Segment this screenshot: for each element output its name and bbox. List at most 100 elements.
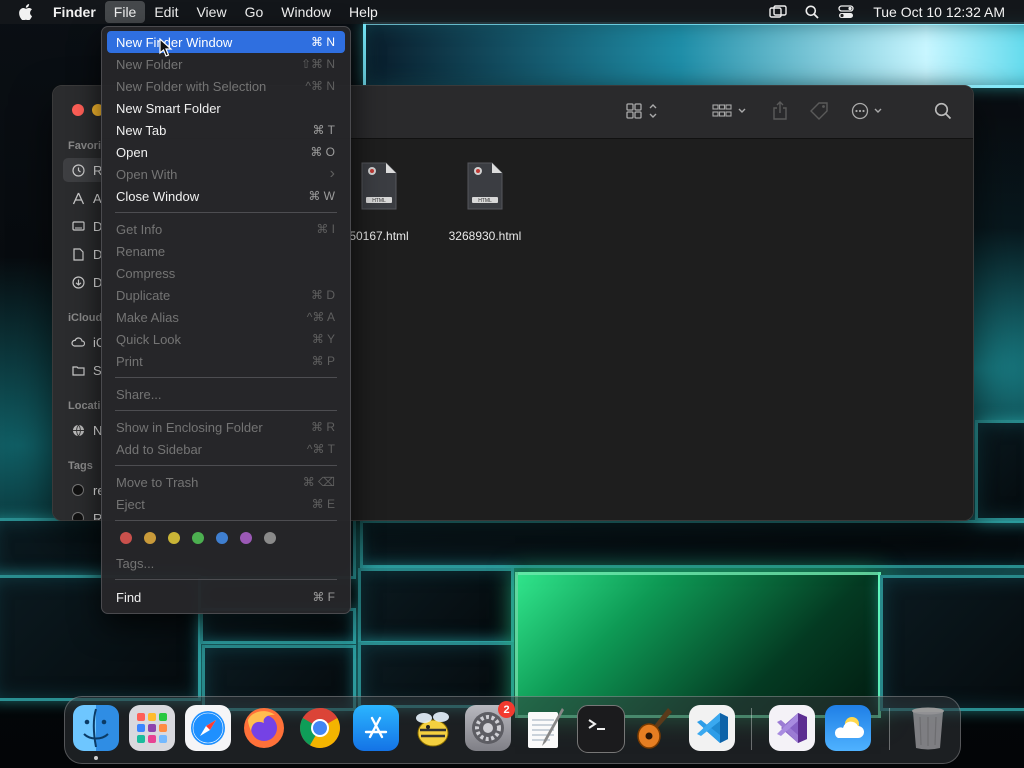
menu-item-share[interactable]: Share...: [107, 383, 345, 405]
menu-item-eject[interactable]: Eject ⌘ E: [107, 493, 345, 515]
chevron-right-icon: ›: [329, 165, 335, 182]
menu-separator: [115, 465, 337, 466]
file-menu-dropdown: New Finder Window ⌘ N New Folder ⇧⌘ N New …: [101, 26, 351, 614]
html-file-icon: HTML: [466, 161, 504, 210]
menu-item-new-tab[interactable]: New Tab ⌘ T: [107, 119, 345, 141]
tag-dot-icon: [71, 511, 85, 520]
finder-app-icon[interactable]: [73, 705, 119, 751]
more-icon[interactable]: [849, 98, 889, 124]
cyberduck-app-icon[interactable]: [409, 705, 455, 751]
menu-view[interactable]: View: [187, 1, 235, 23]
applications-icon: [71, 191, 85, 205]
vscode-app-icon[interactable]: [689, 705, 735, 751]
search-icon[interactable]: [931, 98, 955, 124]
download-icon: [71, 275, 85, 289]
dock: 2: [64, 696, 961, 764]
icon-view-icon[interactable]: [625, 98, 663, 124]
wallpaper-block: [363, 22, 1024, 88]
menu-item-get-info[interactable]: Get Info ⌘ I: [107, 218, 345, 240]
clock-icon: [71, 163, 85, 177]
sidebar-section-icloud: iCloud: [68, 312, 103, 324]
trash-icon[interactable]: [905, 705, 951, 751]
sidebar-section-favorites: Favori: [68, 140, 102, 152]
sidebar-section-tags: Tags: [68, 460, 93, 472]
tag-color-red[interactable]: [120, 532, 132, 544]
menu-bar: Finder File Edit View Go Window Help Tue…: [0, 0, 1024, 24]
menu-item-open-with[interactable]: Open With ›: [107, 163, 345, 185]
visual-studio-app-icon[interactable]: [769, 705, 815, 751]
menu-item-move-to-trash[interactable]: Move to Trash ⌘ ⌫: [107, 471, 345, 493]
tag-color-yellow[interactable]: [168, 532, 180, 544]
group-icon[interactable]: [711, 98, 751, 124]
desktop-icon: [71, 219, 85, 233]
menu-item-quick-look[interactable]: Quick Look ⌘ Y: [107, 328, 345, 350]
menu-app-finder[interactable]: Finder: [53, 1, 105, 23]
weather-app-icon[interactable]: [825, 705, 871, 751]
app-store-app-icon[interactable]: [353, 705, 399, 751]
textedit-app-icon[interactable]: [521, 705, 567, 751]
close-window-button[interactable]: [72, 104, 84, 116]
system-settings-app-icon[interactable]: 2: [465, 701, 515, 751]
apple-menu-icon[interactable]: [19, 4, 33, 20]
finder-sidebar: Favori R A D D D iCloud iC S Locati N Ta…: [53, 86, 107, 520]
menu-item-find[interactable]: Find ⌘ F: [107, 586, 345, 608]
menu-separator: [115, 377, 337, 378]
screen-mirroring-icon[interactable]: [767, 3, 789, 21]
file-name: 3268930.html: [448, 229, 522, 243]
network-globe-icon: [71, 423, 85, 437]
menu-item-new-finder-window[interactable]: New Finder Window ⌘ N: [107, 31, 345, 53]
file-item[interactable]: HTML 3268930.html: [430, 161, 540, 243]
tag-color-blue[interactable]: [216, 532, 228, 544]
menu-item-rename[interactable]: Rename: [107, 240, 345, 262]
menu-item-print[interactable]: Print ⌘ P: [107, 350, 345, 372]
menu-separator: [115, 520, 337, 521]
svg-text:HTML: HTML: [372, 198, 386, 204]
terminal-app-icon[interactable]: [577, 705, 625, 753]
menu-separator: [115, 410, 337, 411]
tag-color-orange[interactable]: [144, 532, 156, 544]
menu-item-open[interactable]: Open ⌘ O: [107, 141, 345, 163]
tag-color-gray[interactable]: [264, 532, 276, 544]
menu-item-tags[interactable]: Tags...: [107, 552, 345, 574]
menu-item-add-to-sidebar[interactable]: Add to Sidebar ^⌘ T: [107, 438, 345, 460]
mouse-pointer-icon: [159, 37, 173, 58]
menu-item-new-folder-with-selection[interactable]: New Folder with Selection ^⌘ N: [107, 75, 345, 97]
menu-go[interactable]: Go: [236, 1, 273, 23]
menu-item-close-window[interactable]: Close Window ⌘ W: [107, 185, 345, 207]
notification-badge: 2: [498, 701, 515, 718]
menu-window[interactable]: Window: [272, 1, 340, 23]
cloud-icon: [71, 335, 85, 349]
menu-item-compress[interactable]: Compress: [107, 262, 345, 284]
menu-edit[interactable]: Edit: [145, 1, 187, 23]
menu-separator: [115, 212, 337, 213]
garageband-app-icon[interactable]: [633, 705, 679, 751]
document-icon: [71, 247, 85, 261]
share-icon[interactable]: [769, 98, 791, 124]
menu-help[interactable]: Help: [340, 1, 387, 23]
wallpaper-block: [880, 575, 1024, 711]
menu-item-show-in-enclosing-folder[interactable]: Show in Enclosing Folder ⌘ R: [107, 416, 345, 438]
control-center-icon[interactable]: [835, 3, 857, 21]
tag-color-purple[interactable]: [240, 532, 252, 544]
menu-item-make-alias[interactable]: Make Alias ^⌘ A: [107, 306, 345, 328]
menu-item-new-folder[interactable]: New Folder ⇧⌘ N: [107, 53, 345, 75]
wallpaper-block: [360, 520, 1024, 568]
chrome-app-icon[interactable]: [297, 705, 343, 751]
wallpaper-block: [975, 420, 1024, 521]
sidebar-section-locations: Locati: [68, 400, 101, 412]
running-indicator: [94, 756, 98, 760]
tag-dot-icon: [71, 483, 85, 497]
spotlight-search-icon[interactable]: [801, 3, 823, 21]
menu-item-new-smart-folder[interactable]: New Smart Folder: [107, 97, 345, 119]
tag-color-green[interactable]: [192, 532, 204, 544]
menu-bar-clock[interactable]: Tue Oct 10 12:32 AM: [873, 4, 1005, 20]
tag-icon[interactable]: [807, 98, 831, 124]
safari-app-icon[interactable]: [185, 705, 231, 751]
wallpaper-block: [358, 568, 514, 644]
firefox-app-icon[interactable]: [241, 705, 287, 751]
dock-separator: [751, 708, 752, 750]
launchpad-app-icon[interactable]: [129, 705, 175, 751]
menu-file[interactable]: File: [104, 1, 146, 23]
svg-text:HTML: HTML: [478, 198, 492, 204]
menu-item-duplicate[interactable]: Duplicate ⌘ D: [107, 284, 345, 306]
